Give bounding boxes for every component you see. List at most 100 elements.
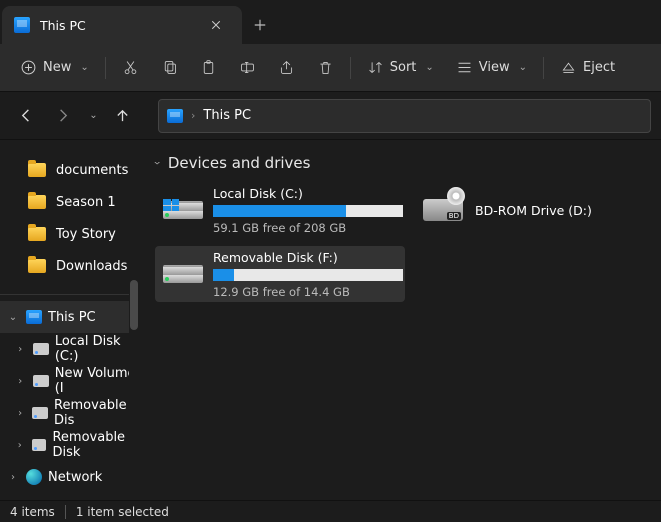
- chevron-right-icon[interactable]: ›: [14, 408, 26, 419]
- share-button[interactable]: [270, 52, 303, 84]
- drive-icon: [33, 343, 49, 355]
- sort-icon: [367, 59, 384, 76]
- up-button[interactable]: [106, 100, 138, 132]
- this-pc-icon: [26, 310, 42, 324]
- chevron-right-icon[interactable]: ›: [6, 472, 20, 483]
- copy-icon: [161, 59, 178, 76]
- status-bar: 4 items 1 item selected: [0, 500, 661, 522]
- quick-access-toy-story[interactable]: Toy Story: [0, 218, 139, 250]
- forward-button[interactable]: [46, 100, 78, 132]
- main-area: documents Season 1 Toy Story Downloads ⌄…: [0, 140, 661, 500]
- arrow-right-icon: [55, 108, 70, 123]
- toolbar-divider: [350, 57, 351, 79]
- folder-icon: [28, 163, 46, 177]
- chevron-down-icon: ⌄: [519, 62, 527, 73]
- scrollbar-thumb[interactable]: [130, 280, 138, 330]
- group-title: Devices and drives: [168, 154, 311, 172]
- address-bar[interactable]: › This PC: [158, 99, 651, 133]
- tab-close-button[interactable]: [202, 11, 230, 39]
- quick-access-downloads[interactable]: Downloads: [0, 250, 139, 282]
- tree-new-volume[interactable]: › New Volume (I: [0, 365, 139, 397]
- eject-button[interactable]: Eject: [552, 52, 623, 84]
- recent-locations-button[interactable]: ⌄: [82, 100, 102, 132]
- capacity-bar: [213, 269, 403, 281]
- back-button[interactable]: [10, 100, 42, 132]
- drive-local-disk-c[interactable]: Local Disk (C:) 59.1 GB free of 208 GB: [155, 182, 405, 238]
- qa-label: Downloads: [56, 259, 127, 274]
- view-icon: [456, 59, 473, 76]
- drive-icon: [33, 375, 49, 387]
- paste-button[interactable]: [192, 52, 225, 84]
- rename-icon: [239, 59, 256, 76]
- chevron-down-icon: ⌄: [89, 110, 97, 121]
- drive-name: BD-ROM Drive (D:): [475, 203, 625, 218]
- sidebar-scrollbar[interactable]: [129, 140, 139, 500]
- drive-icon: [32, 407, 48, 419]
- eject-label: Eject: [583, 60, 615, 75]
- drive-free-space: 59.1 GB free of 208 GB: [213, 221, 403, 235]
- folder-icon: [28, 227, 46, 241]
- drive-free-space: 12.9 GB free of 14.4 GB: [213, 285, 403, 299]
- drive-bd-rom-d[interactable]: BD-ROM Drive (D:): [413, 182, 633, 238]
- new-tab-button[interactable]: [242, 6, 278, 44]
- breadcrumb-separator-icon: ›: [191, 109, 195, 122]
- navigation-pane: documents Season 1 Toy Story Downloads ⌄…: [0, 140, 139, 500]
- chevron-down-icon: ⌄: [425, 62, 433, 73]
- os-drive-icon: [163, 190, 203, 230]
- tab-title: This PC: [40, 18, 192, 33]
- arrow-left-icon: [19, 108, 34, 123]
- tree-label: Removable Dis: [54, 398, 139, 428]
- status-separator: [65, 505, 66, 519]
- chevron-right-icon[interactable]: ›: [14, 440, 26, 451]
- copy-button[interactable]: [153, 52, 186, 84]
- tree-label: This PC: [48, 310, 96, 325]
- tree-this-pc[interactable]: ⌄ This PC: [0, 301, 139, 333]
- chevron-right-icon[interactable]: ›: [14, 376, 27, 387]
- content-pane[interactable]: › Devices and drives Local Disk (C:) 59.…: [139, 140, 661, 500]
- view-button[interactable]: View ⌄: [448, 52, 535, 84]
- tree-label: Network: [48, 470, 102, 485]
- quick-access-season-1[interactable]: Season 1: [0, 186, 139, 218]
- address-bar-row: ⌄ › This PC: [0, 92, 661, 140]
- title-bar: This PC: [0, 0, 661, 44]
- chevron-down-icon: ›: [150, 161, 164, 165]
- group-header-devices[interactable]: › Devices and drives: [155, 154, 645, 172]
- folder-icon: [28, 259, 46, 273]
- tree-removable-disk-2[interactable]: ›Removable Disk: [0, 429, 139, 461]
- tree-label: Local Disk (C:): [55, 334, 139, 364]
- this-pc-icon: [14, 17, 30, 33]
- status-selection: 1 item selected: [76, 505, 169, 519]
- network-icon: [26, 469, 42, 485]
- toolbar-divider: [543, 57, 544, 79]
- tree-local-disk-c[interactable]: › Local Disk (C:): [0, 333, 139, 365]
- quick-access-documents[interactable]: documents: [0, 154, 139, 186]
- rename-button[interactable]: [231, 52, 264, 84]
- tab-this-pc[interactable]: This PC: [2, 6, 242, 44]
- drive-removable-disk-f[interactable]: Removable Disk (F:) 12.9 GB free of 14.4…: [155, 246, 405, 302]
- view-label: View: [479, 60, 510, 75]
- cut-button[interactable]: [114, 52, 147, 84]
- cut-icon: [122, 59, 139, 76]
- chevron-down-icon[interactable]: ⌄: [6, 312, 20, 323]
- tree-label: New Volume (I: [55, 366, 139, 396]
- qa-label: Toy Story: [56, 227, 116, 242]
- capacity-fill: [213, 269, 234, 281]
- new-label: New: [43, 60, 71, 75]
- sort-label: Sort: [390, 60, 417, 75]
- qa-label: Season 1: [56, 195, 116, 210]
- sidebar-separator: [0, 294, 139, 295]
- breadcrumb-this-pc[interactable]: This PC: [203, 108, 251, 123]
- sort-button[interactable]: Sort ⌄: [359, 52, 442, 84]
- share-icon: [278, 59, 295, 76]
- paste-icon: [200, 59, 217, 76]
- removable-drive-icon: [163, 254, 203, 294]
- delete-button[interactable]: [309, 52, 342, 84]
- eject-icon: [560, 59, 577, 76]
- drive-icon: [32, 439, 47, 451]
- tree-network[interactable]: › Network: [0, 461, 139, 493]
- new-button[interactable]: New ⌄: [12, 52, 97, 84]
- chevron-right-icon[interactable]: ›: [14, 344, 27, 355]
- bd-rom-icon: [421, 190, 465, 230]
- tree-removable-disk-1[interactable]: › Removable Dis: [0, 397, 139, 429]
- status-item-count: 4 items: [10, 505, 55, 519]
